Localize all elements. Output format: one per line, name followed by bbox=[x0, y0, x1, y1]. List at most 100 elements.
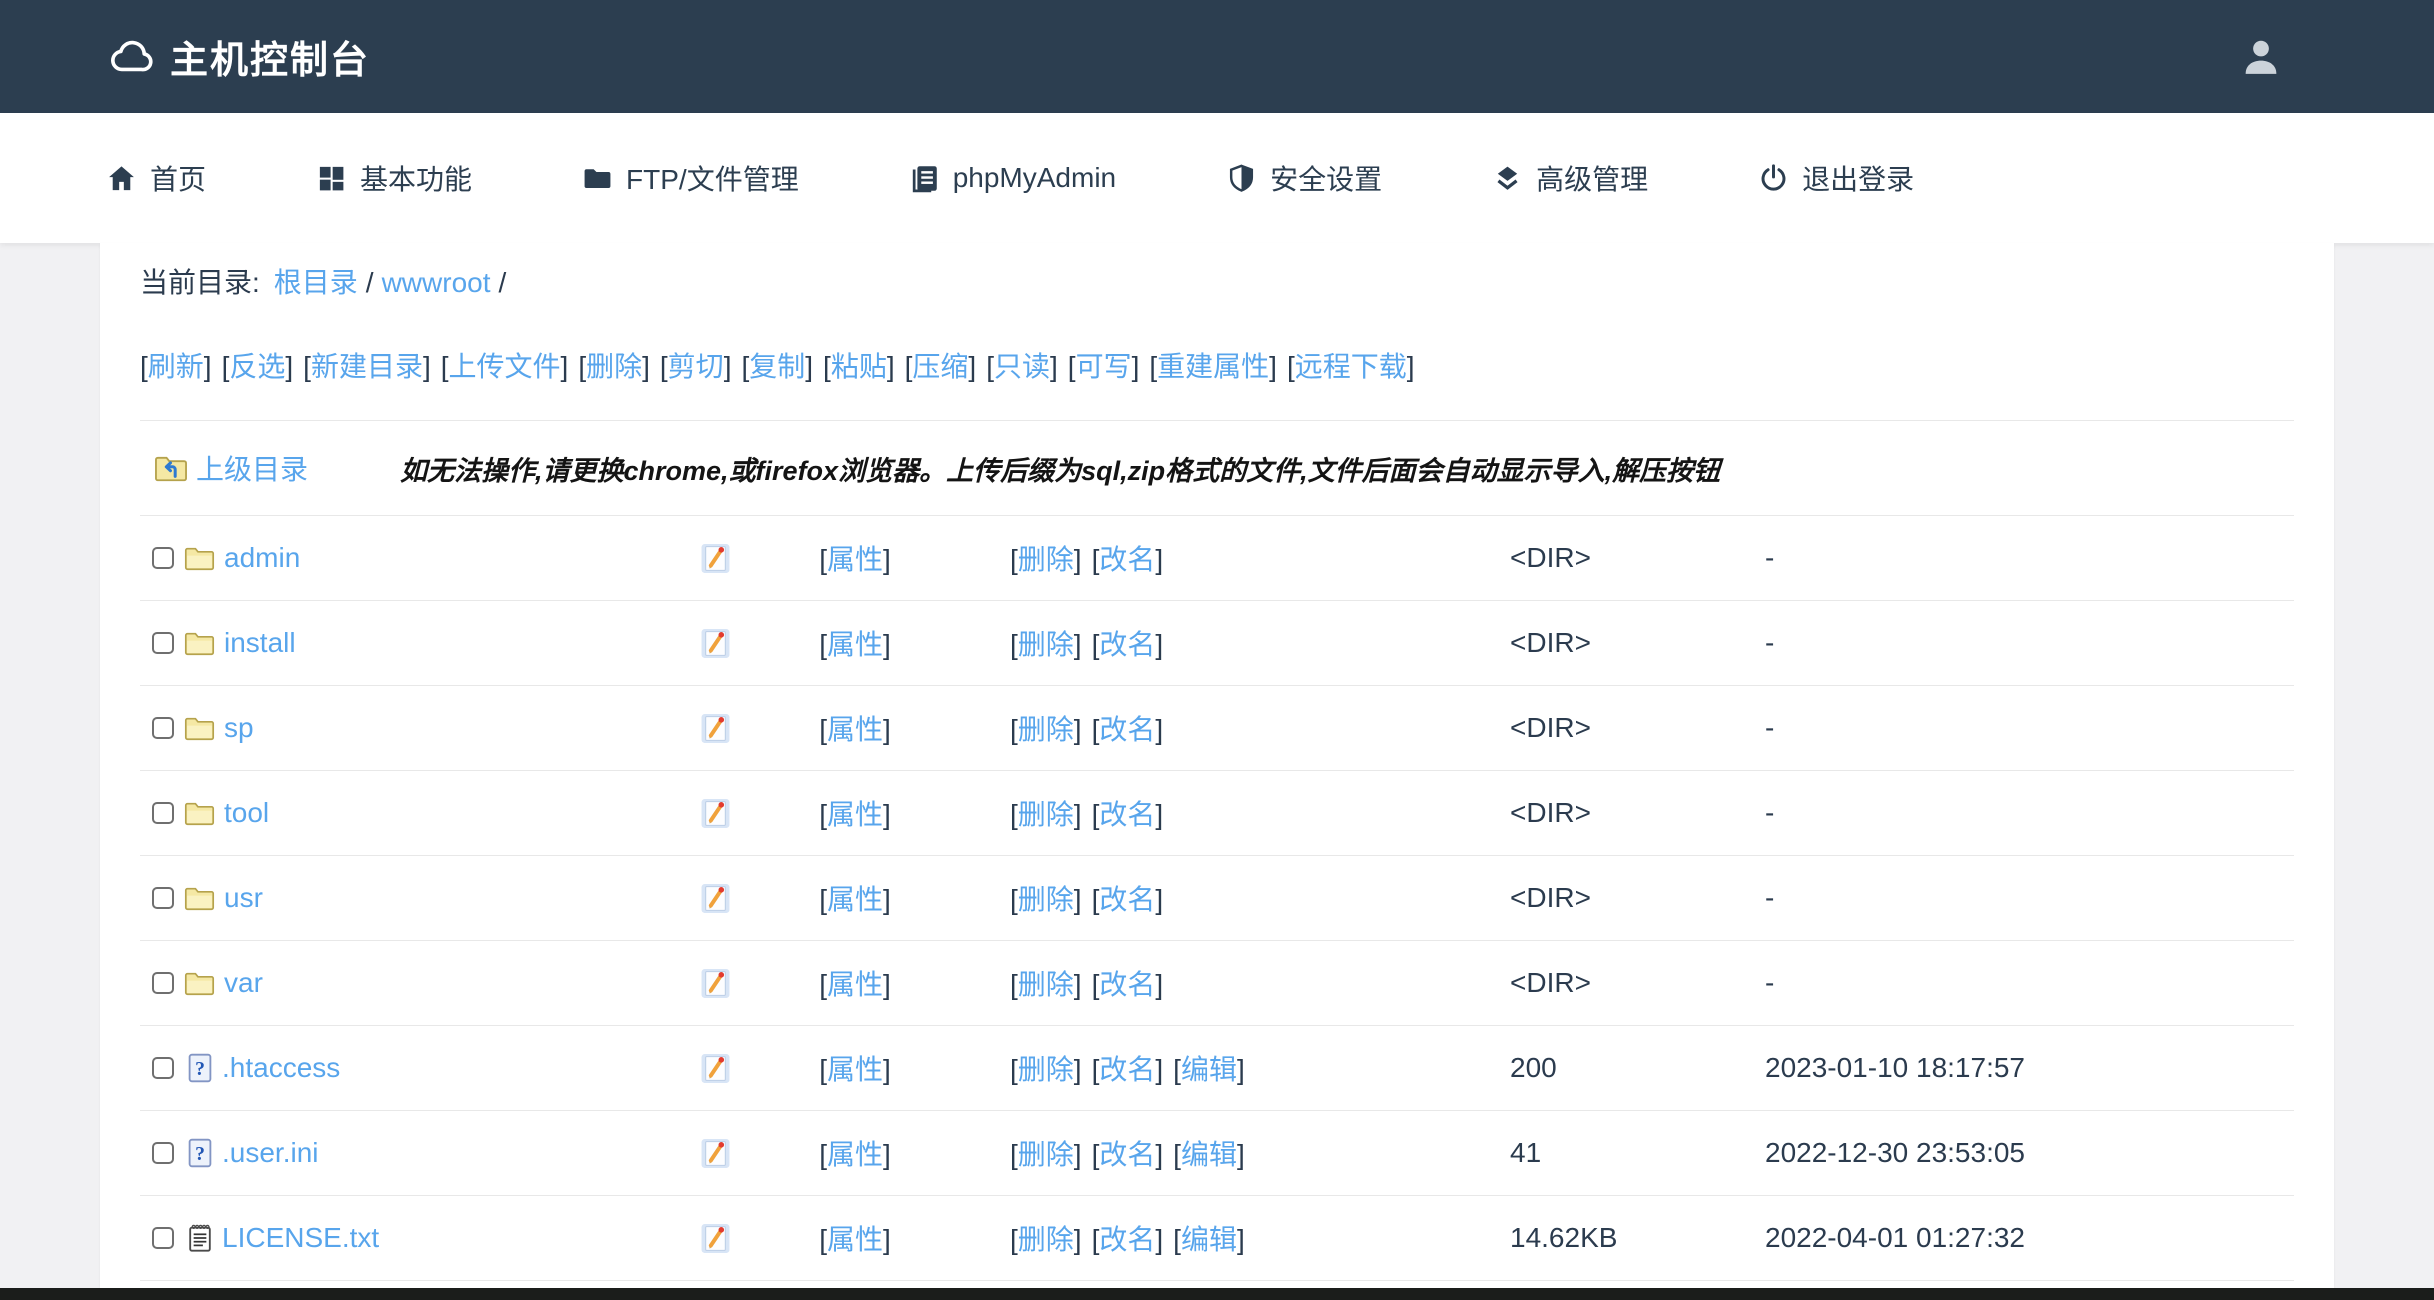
rename-link[interactable]: 改名 bbox=[1099, 1139, 1155, 1170]
rename-link[interactable]: 改名 bbox=[1099, 1224, 1155, 1255]
delete-link[interactable]: 删除 bbox=[1018, 714, 1074, 745]
folder-up-icon bbox=[154, 454, 188, 483]
row-checkbox[interactable] bbox=[152, 1142, 174, 1164]
bracket: ] bbox=[883, 969, 891, 1000]
file-name-link[interactable]: tool bbox=[224, 797, 269, 829]
nav-item-phpMyAdmin[interactable]: phpMyAdmin bbox=[909, 162, 1116, 194]
rename-link[interactable]: 改名 bbox=[1099, 714, 1155, 745]
bracket: ] bbox=[1074, 629, 1082, 660]
edit-pencil-icon[interactable] bbox=[701, 543, 730, 574]
nav-item-FTP/文件管理[interactable]: FTP/文件管理 bbox=[582, 158, 799, 198]
bracket: [ bbox=[140, 351, 148, 382]
parent-directory-label[interactable]: 上级目录 bbox=[196, 448, 308, 488]
delete-link[interactable]: 删除 bbox=[1018, 969, 1074, 1000]
file-name-link[interactable]: .htaccess bbox=[222, 1052, 340, 1084]
attr-link[interactable]: 属性 bbox=[827, 1139, 883, 1170]
row-checkbox[interactable] bbox=[152, 632, 174, 654]
row-checkbox[interactable] bbox=[152, 1227, 174, 1249]
file-name-link[interactable]: LICENSE.txt bbox=[222, 1222, 379, 1254]
breadcrumb-link-根目录[interactable]: 根目录 bbox=[274, 267, 358, 298]
size-cell: <DIR> bbox=[1410, 797, 1720, 829]
file-name-link[interactable]: .user.ini bbox=[222, 1137, 319, 1169]
delete-link[interactable]: 删除 bbox=[1018, 1054, 1074, 1085]
edit-pencil-icon[interactable] bbox=[701, 968, 730, 999]
toolbar-link-剪切[interactable]: 剪切 bbox=[668, 351, 724, 382]
toolbar-link-复制[interactable]: 复制 bbox=[749, 351, 805, 382]
parent-directory-link[interactable]: 上级目录 bbox=[140, 448, 308, 488]
row-checkbox[interactable] bbox=[152, 802, 174, 824]
breadcrumb-link-wwwroot[interactable]: wwwroot bbox=[382, 267, 491, 298]
rename-link[interactable]: 改名 bbox=[1099, 629, 1155, 660]
edit-link[interactable]: 编辑 bbox=[1181, 1139, 1237, 1170]
attr-link[interactable]: 属性 bbox=[827, 1054, 883, 1085]
toolbar-link-新建目录[interactable]: 新建目录 bbox=[311, 351, 423, 382]
edit-link[interactable]: 编辑 bbox=[1181, 1224, 1237, 1255]
edit-pencil-icon[interactable] bbox=[701, 1223, 730, 1254]
toolbar-link-压缩[interactable]: 压缩 bbox=[912, 351, 968, 382]
toolbar-action-复制: [复制] bbox=[741, 351, 813, 382]
nav-item-高级管理[interactable]: 高级管理 bbox=[1492, 158, 1648, 198]
delete-link[interactable]: 删除 bbox=[1018, 1224, 1074, 1255]
edit-pencil-icon[interactable] bbox=[701, 883, 730, 914]
toolbar-link-删除[interactable]: 删除 bbox=[586, 351, 642, 382]
date-cell: 2022-04-01 01:27:32 bbox=[1720, 1222, 2294, 1254]
nav-item-安全设置[interactable]: 安全设置 bbox=[1226, 158, 1382, 198]
toolbar-link-粘贴[interactable]: 粘贴 bbox=[831, 351, 887, 382]
bracket: [ bbox=[303, 351, 311, 382]
bracket: [ bbox=[1010, 1224, 1018, 1255]
toolbar-link-远程下载[interactable]: 远程下载 bbox=[1295, 351, 1407, 382]
row-checkbox[interactable] bbox=[152, 887, 174, 909]
delete-link[interactable]: 删除 bbox=[1018, 544, 1074, 575]
delete-link[interactable]: 删除 bbox=[1018, 799, 1074, 830]
bracket: ] bbox=[1074, 1139, 1082, 1170]
attr-link[interactable]: 属性 bbox=[827, 1224, 883, 1255]
edit-pencil-icon[interactable] bbox=[701, 713, 730, 744]
nav-item-首页[interactable]: 首页 bbox=[106, 158, 206, 198]
rename-link[interactable]: 改名 bbox=[1099, 544, 1155, 575]
rename-link[interactable]: 改名 bbox=[1099, 884, 1155, 915]
attr-link[interactable]: 属性 bbox=[827, 629, 883, 660]
delete-link[interactable]: 删除 bbox=[1018, 1139, 1074, 1170]
edit-pencil-icon[interactable] bbox=[701, 798, 730, 829]
journal-icon bbox=[909, 163, 940, 194]
toolbar-link-只读[interactable]: 只读 bbox=[994, 351, 1050, 382]
rename-link[interactable]: 改名 bbox=[1099, 1054, 1155, 1085]
attr-link[interactable]: 属性 bbox=[827, 544, 883, 575]
toolbar-link-反选[interactable]: 反选 bbox=[229, 351, 285, 382]
attr-link[interactable]: 属性 bbox=[827, 969, 883, 1000]
edit-pencil-icon[interactable] bbox=[701, 1138, 730, 1169]
file-name-link[interactable]: admin bbox=[224, 542, 300, 574]
file-name-link[interactable]: install bbox=[224, 627, 296, 659]
file-name-link[interactable]: sp bbox=[224, 712, 254, 744]
toolbar-link-上传文件[interactable]: 上传文件 bbox=[449, 351, 561, 382]
attr-link[interactable]: 属性 bbox=[827, 714, 883, 745]
attr-link[interactable]: 属性 bbox=[827, 799, 883, 830]
toolbar-link-重建属性[interactable]: 重建属性 bbox=[1157, 351, 1269, 382]
delete-link[interactable]: 删除 bbox=[1018, 629, 1074, 660]
size-cell: 41 bbox=[1410, 1137, 1720, 1169]
user-account-icon[interactable] bbox=[2238, 34, 2284, 80]
edit-link[interactable]: 编辑 bbox=[1181, 1054, 1237, 1085]
row-checkbox[interactable] bbox=[152, 717, 174, 739]
file-name-link[interactable]: var bbox=[224, 967, 263, 999]
edit-pencil-icon[interactable] bbox=[701, 1053, 730, 1084]
ops-cell: [删除][改名][编辑] bbox=[940, 1048, 1410, 1088]
toolbar-action-刷新: [刷新] bbox=[140, 351, 212, 382]
attr-link[interactable]: 属性 bbox=[827, 884, 883, 915]
rename-link[interactable]: 改名 bbox=[1099, 799, 1155, 830]
toolbar-link-刷新[interactable]: 刷新 bbox=[148, 351, 204, 382]
toolbar-action-粘贴: [粘贴] bbox=[823, 351, 895, 382]
breadcrumb-label: 当前目录: bbox=[140, 267, 260, 298]
toolbar-action-重建属性: [重建属性] bbox=[1149, 351, 1277, 382]
nav-item-退出登录[interactable]: 退出登录 bbox=[1758, 158, 1914, 198]
toolbar-link-可写[interactable]: 可写 bbox=[1076, 351, 1132, 382]
row-checkbox[interactable] bbox=[152, 972, 174, 994]
row-checkbox[interactable] bbox=[152, 1057, 174, 1079]
edit-pencil-icon[interactable] bbox=[701, 628, 730, 659]
rename-link[interactable]: 改名 bbox=[1099, 969, 1155, 1000]
bracket: ] bbox=[724, 351, 732, 382]
row-checkbox[interactable] bbox=[152, 547, 174, 569]
file-name-link[interactable]: usr bbox=[224, 882, 263, 914]
nav-item-基本功能[interactable]: 基本功能 bbox=[316, 158, 472, 198]
delete-link[interactable]: 删除 bbox=[1018, 884, 1074, 915]
